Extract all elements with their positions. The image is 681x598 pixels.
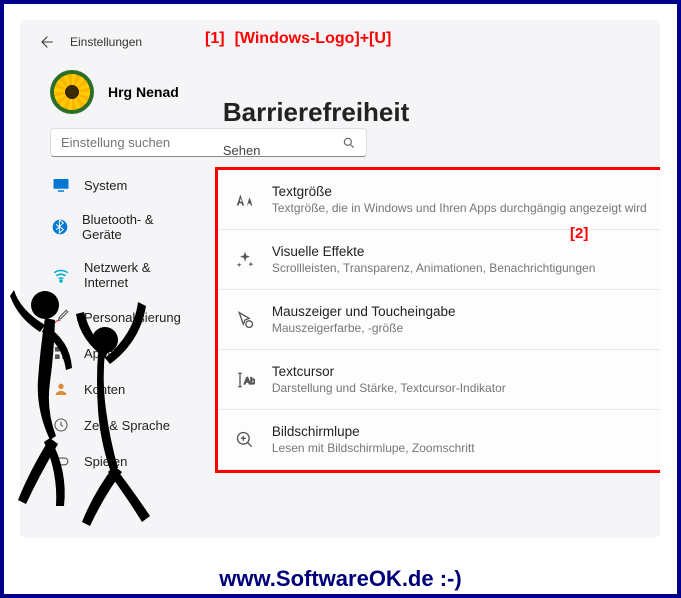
sidebar-item-apps[interactable]: Apps [40,335,193,371]
card-subtitle: Mauszeigerfarbe, -größe [272,321,456,335]
card-title: Textgröße [272,184,647,199]
sidebar-item-personalization[interactable]: Personalisierung [40,299,193,335]
page-title: Barrierefreiheit [223,97,409,128]
sparkle-icon [234,249,256,271]
sidebar-item-accounts[interactable]: Konten [40,371,193,407]
sidebar-item-bluetooth[interactable]: Bluetooth- & Geräte [40,203,193,251]
sidebar: System Bluetooth- & Geräte Netzwerk & In… [20,167,205,479]
sidebar-item-label: Bluetooth- & Geräte [82,212,181,242]
display-icon [52,176,70,194]
sidebar-item-label: Zeit & Sprache [84,418,170,433]
card-title: Bildschirmlupe [272,424,475,439]
annotation-shortcut: [1] [Windows-Logo]+[U] [205,30,391,48]
settings-window: Einstellungen Hrg Nenad System Bluetooth… [20,20,660,538]
search-icon [342,136,356,150]
cards-group: Textgröße Textgröße, die in Windows und … [215,167,660,473]
section-label: Sehen [223,143,261,158]
textsize-icon [234,189,256,211]
annotation-marker-2: [2] [570,225,588,242]
clock-icon [52,416,70,434]
card-title: Visuelle Effekte [272,244,596,259]
sidebar-item-gaming[interactable]: Spielen [40,443,193,479]
card-mousepointer[interactable]: Mauszeiger und Toucheingabe Mauszeigerfa… [218,290,660,350]
card-title: Textcursor [272,364,506,379]
search-field[interactable] [61,135,342,150]
sidebar-item-network[interactable]: Netzwerk & Internet [40,251,193,299]
sidebar-item-label: Konten [84,382,125,397]
apps-icon [52,344,70,362]
sidebar-item-time[interactable]: Zeit & Sprache [40,407,193,443]
avatar [50,70,94,114]
textcursor-icon: Ab [234,369,256,391]
bluetooth-icon [52,218,68,236]
card-textcursor[interactable]: Ab Textcursor Darstellung und Stärke, Te… [218,350,660,410]
main-panel: Barrierefreiheit Sehen Textgröße Textgrö… [205,167,660,479]
sidebar-item-label: Apps [84,346,114,361]
card-visualeffects[interactable]: Visuelle Effekte Scrollleisten, Transpar… [218,230,660,290]
gamepad-icon [52,452,70,470]
card-subtitle: Scrollleisten, Transparenz, Animationen,… [272,261,596,275]
card-subtitle: Lesen mit Bildschirmlupe, Zoomschritt [272,441,475,455]
cursor-icon [234,309,256,331]
card-textsize[interactable]: Textgröße Textgröße, die in Windows und … [218,170,660,230]
sidebar-item-label: Personalisierung [84,310,181,325]
paint-icon [52,308,70,326]
user-name: Hrg Nenad [108,84,179,100]
magnifier-plus-icon [234,429,256,451]
back-icon[interactable] [38,34,54,50]
window-title: Einstellungen [70,35,142,49]
svg-text:Ab: Ab [244,376,255,386]
card-title: Mauszeiger und Toucheingabe [272,304,456,319]
sidebar-item-system[interactable]: System [40,167,193,203]
search-input[interactable] [50,128,367,157]
wifi-icon [52,266,70,284]
card-magnifier[interactable]: Bildschirmlupe Lesen mit Bildschirmlupe,… [218,410,660,470]
card-subtitle: Darstellung und Stärke, Textcursor-Indik… [272,381,506,395]
footer-watermark: www.SoftwareOK.de :-) [0,566,681,592]
person-icon [52,380,70,398]
card-subtitle: Textgröße, die in Windows und Ihren Apps… [272,201,647,215]
sidebar-item-label: Spielen [84,454,127,469]
sidebar-item-label: System [84,178,127,193]
sidebar-item-label: Netzwerk & Internet [84,260,181,290]
